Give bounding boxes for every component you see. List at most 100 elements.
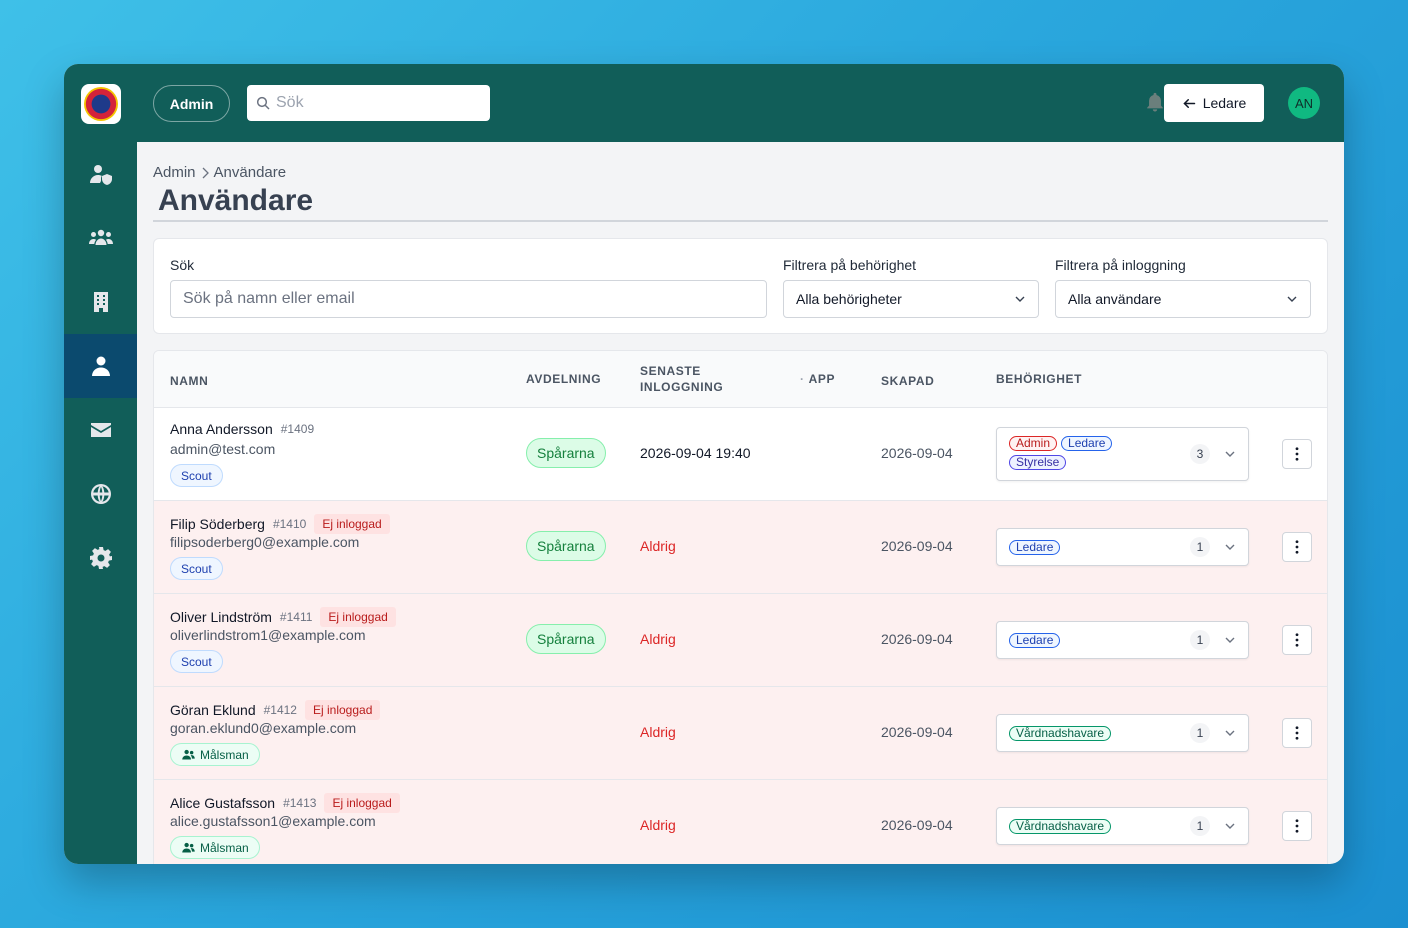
created-date: 2026-09-04	[881, 724, 953, 740]
permission-count: 3	[1190, 444, 1210, 464]
role-tag-label: Scout	[181, 654, 212, 669]
last-login: Aldrig	[640, 631, 676, 647]
user-search-input[interactable]	[170, 280, 767, 318]
permission-tag: Vårdnadshavare	[1009, 726, 1112, 741]
col-created[interactable]: SKAPAD	[881, 373, 934, 389]
col-permission[interactable]: BEHÖRIGHET	[996, 371, 1082, 387]
role-tag: Målsman	[170, 743, 260, 766]
user-name[interactable]: Oliver Lindström	[170, 609, 272, 625]
last-login: Aldrig	[640, 724, 676, 740]
last-login: Aldrig	[640, 817, 676, 833]
chevron-down-icon	[1225, 544, 1235, 550]
sidebar-item-departments[interactable]	[64, 270, 137, 334]
user-email: filipsoderberg0@example.com	[170, 534, 360, 550]
user-name[interactable]: Göran Eklund	[170, 702, 256, 718]
permission-select[interactable]: Admin Ledare Styrelse 3	[996, 427, 1249, 481]
sidebar-item-web[interactable]	[64, 462, 137, 526]
role-tag-label: Målsman	[200, 840, 249, 855]
main-content: Admin Användare Användare Sök Filtrera p…	[137, 142, 1344, 864]
breadcrumb-admin[interactable]: Admin	[153, 164, 196, 181]
sidebar-item-groups[interactable]	[64, 206, 137, 270]
col-last-login[interactable]: SENASTE INLOGGNING	[640, 363, 723, 395]
logo[interactable]	[81, 84, 121, 124]
permission-count: 1	[1190, 723, 1210, 743]
sidebar-item-user-roles[interactable]	[64, 142, 137, 206]
permission-tag: Ledare	[1009, 633, 1061, 648]
sidebar-item-messages[interactable]	[64, 398, 137, 462]
user-id: #1413	[283, 796, 317, 810]
col-dept[interactable]: AVDELNING	[526, 371, 601, 387]
col-last-login-line1: SENASTE	[640, 364, 701, 378]
col-last-login-line2: INLOGGNING	[640, 380, 724, 394]
table-row: Alice Gustafsson #1413 Ej inloggad alice.gu…	[154, 780, 1327, 864]
created-date: 2026-09-04	[881, 538, 953, 554]
building-icon	[93, 292, 108, 312]
top-bar: Admin Ledare AN	[64, 64, 1344, 142]
row-actions-button[interactable]	[1282, 532, 1312, 562]
global-search-input[interactable]	[276, 94, 476, 112]
row-actions-button[interactable]	[1282, 718, 1312, 748]
role-tag: Scout	[170, 650, 223, 673]
permission-tag: Ledare	[1009, 540, 1061, 555]
role-tag: Scout	[170, 557, 223, 580]
user-icon	[91, 356, 110, 376]
permission-select[interactable]: Ledare 1	[996, 528, 1249, 566]
user-name[interactable]: Anna Andersson	[170, 421, 273, 437]
table-row: Oliver Lindström #1411 Ej inloggad oliverli…	[154, 594, 1327, 687]
table-header: NAMN AVDELNING SENASTE INLOGGNING · APP S…	[154, 351, 1327, 408]
permission-tag: Styrelse	[1009, 455, 1067, 470]
user-email: goran.eklund0@example.com	[170, 720, 357, 736]
chevron-down-icon	[1225, 823, 1235, 829]
row-actions-button[interactable]	[1282, 811, 1312, 841]
logo-emblem	[84, 87, 118, 121]
users-icon	[182, 749, 195, 760]
avatar[interactable]: AN	[1288, 87, 1320, 119]
table-row: Filip Söderberg #1410 Ej inloggad filipsode…	[154, 501, 1327, 594]
user-name[interactable]: Filip Söderberg	[170, 516, 265, 532]
breadcrumb-current: Användare	[213, 164, 287, 181]
user-shield-icon	[89, 165, 112, 185]
user-name[interactable]: Alice Gustafsson	[170, 795, 275, 811]
filter-panel: Sök Filtrera på behörighet Alla behörigh…	[153, 238, 1328, 334]
chevron-down-icon	[1225, 637, 1235, 643]
department-badge: Spårarna	[526, 438, 606, 468]
permission-tags: Ledare	[1009, 633, 1149, 648]
chevron-down-icon	[1015, 296, 1025, 302]
created-date: 2026-09-04	[881, 631, 953, 647]
created-date: 2026-09-04	[881, 445, 953, 461]
user-email: admin@test.com	[170, 441, 276, 457]
col-app[interactable]: · APP	[800, 371, 835, 387]
row-actions-button[interactable]	[1282, 439, 1312, 469]
user-name-cell: Filip Söderberg #1410 Ej inloggad	[170, 514, 390, 534]
bell-icon[interactable]	[1144, 90, 1166, 114]
more-vertical-icon	[1295, 633, 1299, 647]
switch-to-ledare-button[interactable]: Ledare	[1164, 84, 1264, 122]
title-divider	[153, 220, 1328, 222]
last-login: Aldrig	[640, 538, 676, 554]
user-email: oliverlindstrom1@example.com	[170, 627, 366, 643]
role-tag-label: Scout	[181, 468, 212, 483]
admin-mode-button[interactable]: Admin	[153, 85, 230, 122]
global-search[interactable]	[247, 85, 490, 121]
permission-select[interactable]: Vårdnadshavare 1	[996, 807, 1249, 845]
more-vertical-icon	[1295, 726, 1299, 740]
role-tag-label: Målsman	[200, 747, 249, 762]
permission-count: 1	[1190, 537, 1210, 557]
status-badge: Ej inloggad	[314, 514, 390, 534]
permission-select[interactable]: Vårdnadshavare 1	[996, 714, 1249, 752]
users-group-icon	[88, 229, 113, 245]
permission-select[interactable]: Ledare 1	[996, 621, 1249, 659]
department-badge: Spårarna	[526, 624, 606, 654]
sidebar	[64, 142, 137, 864]
col-name[interactable]: NAMN	[170, 373, 208, 389]
sidebar-item-users[interactable]	[64, 334, 137, 398]
permission-filter-select[interactable]: Alla behörigheter	[783, 280, 1039, 318]
sidebar-item-settings[interactable]	[64, 526, 137, 590]
page-title: Användare	[158, 184, 314, 217]
col-app-label: APP	[808, 372, 836, 386]
row-actions-button[interactable]	[1282, 625, 1312, 655]
user-id: #1412	[263, 703, 297, 717]
login-filter-select[interactable]: Alla användare	[1055, 280, 1311, 318]
permission-count: 1	[1190, 816, 1210, 836]
chevron-down-icon	[1225, 451, 1235, 457]
